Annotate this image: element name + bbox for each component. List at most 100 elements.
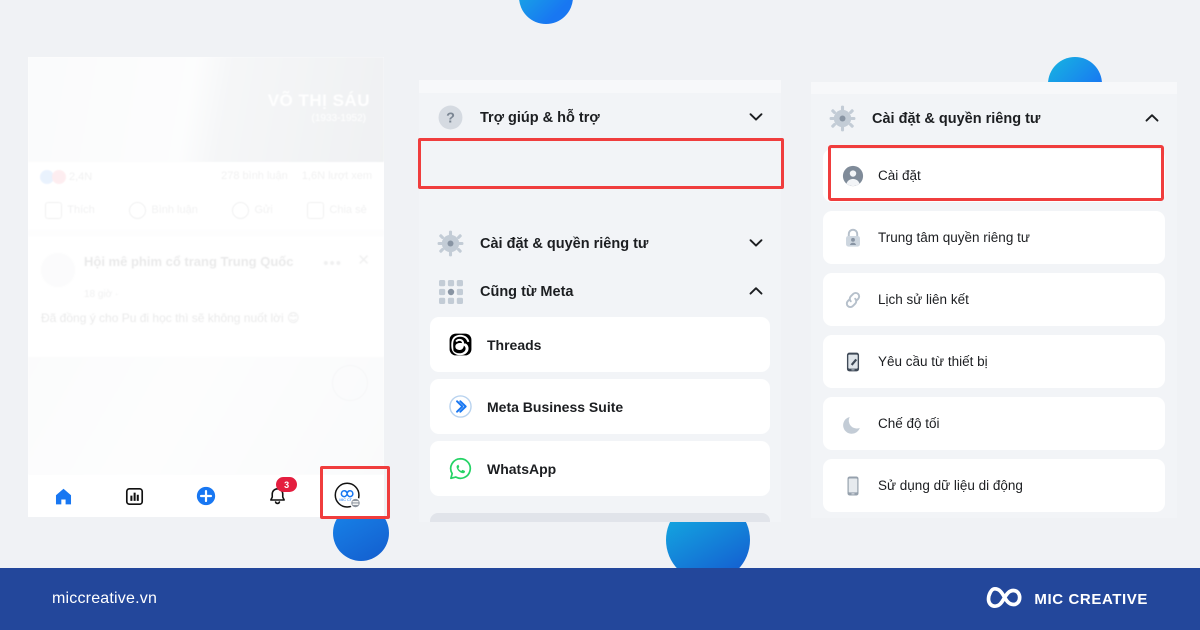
settings-item-dark-mode[interactable]: Chế độ tối: [823, 397, 1165, 450]
page-name: Hội mê phim cổ trang Trung Quốc: [84, 254, 294, 269]
action-share-label: Chia sẻ: [329, 204, 367, 216]
decor-circle-top-middle: [519, 0, 573, 24]
post-photo: [28, 357, 384, 475]
meta-app-business-suite-label: Meta Business Suite: [487, 398, 624, 415]
gear-icon: [437, 230, 464, 257]
page-avatar: [41, 253, 75, 287]
grid-dots-icon: [437, 278, 464, 305]
chevron-up-icon[interactable]: [749, 284, 763, 299]
left-phone-screenshot: VÕ THỊ SÁU (1933-1952) 2,4N 278 bình luậ…: [28, 57, 384, 517]
reaction-count: 2,4N: [69, 171, 93, 183]
nav-menu[interactable]: MIC CRE: [326, 480, 370, 512]
action-comment-label: Bình luận: [151, 204, 198, 216]
question-circle-icon: ?: [437, 104, 464, 131]
left-bottom-nav: 3 MIC CRE: [28, 475, 384, 517]
post-text: Đã đồng ý cho Pu đi học thì sẽ không nuố…: [41, 311, 300, 325]
menu-row-also-from-meta-label: Cũng từ Meta: [480, 283, 574, 300]
action-share: Chia sẻ: [307, 201, 367, 219]
action-like-label: Thích: [67, 204, 95, 216]
plus-circle-icon: [196, 486, 216, 506]
meta-app-whatsapp[interactable]: WhatsApp: [430, 441, 770, 496]
chevron-up-icon[interactable]: [1145, 111, 1159, 126]
lock-person-icon: [841, 226, 864, 249]
settings-item-device-requests-label: Yêu cầu từ thiết bị: [878, 354, 988, 369]
profile-avatar-menu-icon: MIC CRE: [334, 482, 362, 509]
meta-app-threads[interactable]: Threads: [430, 317, 770, 372]
post-counts: 278 bình luận 1,6N lượt xem: [221, 170, 372, 182]
reaction-summary: 2,4N: [40, 170, 92, 184]
settings-item-device-requests[interactable]: Yêu cầu từ thiết bị: [823, 335, 1165, 388]
action-send: Gửi: [232, 201, 273, 219]
mic-creative-infinity-logo: [983, 582, 1023, 617]
hero-subtitle: (1933-1952): [311, 113, 366, 124]
send-icon: [232, 201, 250, 219]
hero-title: VÕ THỊ SÁU: [267, 91, 370, 110]
love-reaction-icon: [52, 170, 66, 184]
footer-website-url: miccreative.vn: [52, 590, 158, 607]
action-send-label: Gửi: [254, 204, 273, 216]
device-request-icon: [841, 350, 864, 373]
comment-count: 278 bình luận: [221, 170, 288, 182]
right-settings-panel: Cài đặt & quyền riêng tư Cài đặt Trung t…: [811, 82, 1177, 518]
link-chain-icon: [841, 288, 864, 311]
mobile-phone-icon: [841, 474, 864, 497]
post-action-bar: Thích Bình luận Gửi Chia sẻ: [28, 193, 384, 227]
footer-brand-name: MIC CREATIVE: [1034, 590, 1148, 608]
nav-notifications[interactable]: 3: [255, 477, 299, 512]
meta-business-suite-icon: [448, 395, 472, 419]
right-panel-top-edge: [811, 82, 1177, 94]
settings-privacy-header[interactable]: Cài đặt & quyền riêng tư: [811, 95, 1177, 142]
gear-icon: [829, 105, 856, 132]
close-icon: ✕: [357, 252, 370, 269]
settings-item-link-history[interactable]: Lịch sử liên kết: [823, 273, 1165, 326]
footer-brand: MIC CREATIVE: [983, 582, 1148, 617]
ellipsis-icon: •••: [323, 255, 342, 272]
menu-row-help-support-label: Trợ giúp & hỗ trợ: [480, 109, 600, 126]
menu-row-settings-privacy[interactable]: Cài đặt & quyền riêng tư: [419, 220, 781, 267]
thumbs-up-icon: [45, 201, 63, 219]
middle-menu-panel: ? Trợ giúp & hỗ trợ Cài đặt & quyền riên…: [419, 80, 781, 522]
action-comment: Bình luận: [129, 201, 198, 219]
moon-icon: [841, 412, 864, 435]
chevron-down-icon[interactable]: [749, 110, 763, 125]
settings-item-mobile-data-label: Sử dụng dữ liệu di động: [878, 478, 1023, 493]
action-like: Thích: [45, 201, 95, 219]
comment-icon: [129, 201, 147, 219]
share-icon: [307, 201, 325, 219]
settings-item-cai-dat[interactable]: Cài đặt: [823, 149, 1165, 202]
settings-item-cai-dat-label: Cài đặt: [878, 168, 921, 183]
nav-home[interactable]: [42, 480, 86, 512]
svg-text:?: ?: [446, 111, 455, 127]
meta-app-business-suite[interactable]: Meta Business Suite: [430, 379, 770, 434]
notification-badge: 3: [276, 477, 298, 492]
post-meta: 18 giờ ·: [84, 289, 119, 300]
post-reaction-row: 2,4N 278 bình luận 1,6N lượt xem: [28, 162, 384, 194]
nav-create[interactable]: [184, 480, 228, 512]
settings-item-link-history-label: Lịch sử liên kết: [878, 292, 969, 307]
meta-app-whatsapp-label: WhatsApp: [487, 460, 557, 477]
settings-item-dark-mode-label: Chế độ tối: [878, 416, 940, 431]
logout-button[interactable]: Đăng xuất: [430, 513, 770, 522]
photo-overlay-badge-icon: [332, 365, 368, 401]
feed-post-card: Hội mê phim cổ trang Trung Quốc 18 giờ ·…: [28, 239, 384, 357]
settings-item-privacy-center[interactable]: Trung tâm quyền riêng tư: [823, 211, 1165, 264]
settings-item-mobile-data[interactable]: Sử dụng dữ liệu di động: [823, 459, 1165, 512]
middle-panel-top-edge: [419, 80, 781, 93]
footer-bar: miccreative.vn MIC CREATIVE: [0, 568, 1200, 630]
pages-chart-icon: [126, 487, 144, 505]
menu-row-settings-privacy-label: Cài đặt & quyền riêng tư: [480, 235, 649, 252]
whatsapp-icon: [448, 457, 472, 481]
settings-item-privacy-center-label: Trung tâm quyền riêng tư: [878, 230, 1030, 245]
view-count: 1,6N lượt xem: [301, 170, 372, 182]
menu-row-help-support[interactable]: ? Trợ giúp & hỗ trợ: [419, 94, 781, 141]
settings-privacy-header-label: Cài đặt & quyền riêng tư: [872, 110, 1041, 127]
chevron-down-icon[interactable]: [749, 236, 763, 251]
person-circle-icon: [841, 164, 864, 187]
poster-canvas: VÕ THỊ SÁU (1933-1952) 2,4N 278 bình luậ…: [0, 0, 1200, 630]
nav-pages[interactable]: [113, 480, 157, 512]
home-icon: [56, 488, 72, 504]
feed-divider: [28, 230, 384, 236]
meta-app-threads-label: Threads: [487, 336, 542, 353]
threads-icon: [448, 333, 472, 357]
menu-row-also-from-meta[interactable]: Cũng từ Meta: [419, 268, 781, 315]
